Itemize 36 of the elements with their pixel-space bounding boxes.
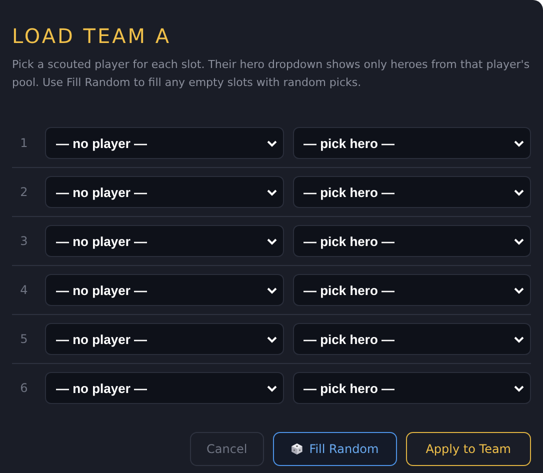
player-dropdown[interactable]: — no player — [45, 274, 284, 306]
dice-icon [291, 443, 304, 455]
chevron-icon [514, 384, 524, 392]
cancel-button[interactable]: Cancel [190, 432, 264, 466]
slot-number: 6 [19, 381, 29, 395]
chevron-icon [266, 238, 276, 244]
apply-button[interactable]: Apply to Team [406, 432, 531, 466]
dialog-title: LOAD TEAM A [12, 23, 172, 50]
player-dropdown[interactable]: — no player — [45, 323, 284, 355]
description-text: Pick a scouted player for each slot. Their hero dropdown shows only heroes from that player's pool. Use Fill Random to fill any empty slots with random picks. [12, 57, 531, 91]
player-dropdown[interactable]: — no player — [45, 127, 284, 159]
player-dropdown[interactable]: — no player — [45, 372, 284, 404]
slot-number: 5 [19, 332, 29, 346]
slot-number: 2 [19, 185, 29, 199]
chevron-icon [514, 238, 524, 244]
fill-random-button[interactable]: Fill Random [273, 432, 397, 466]
chevron-icon [514, 286, 524, 294]
hero-dropdown[interactable]: — pick hero — [292, 372, 531, 404]
chevron-icon [266, 286, 276, 294]
hero-dropdown[interactable]: — pick hero — [292, 323, 531, 355]
hero-dropdown[interactable]: — pick hero — [292, 274, 531, 306]
player-dropdown[interactable]: — no player — [45, 225, 284, 257]
slot-number: 4 [19, 283, 29, 297]
hero-dropdown[interactable]: — pick hero — [292, 225, 531, 257]
hero-dropdown[interactable]: — pick hero — [292, 176, 531, 208]
chevron-icon [266, 140, 276, 146]
player-dropdown[interactable]: — no player — [45, 176, 284, 208]
chevron-icon [514, 336, 524, 342]
chevron-icon [514, 188, 524, 196]
chevron-icon [266, 384, 276, 392]
slot-number: 1 [19, 136, 29, 150]
slot-number: 3 [19, 234, 29, 248]
hero-dropdown[interactable]: — pick hero — [292, 127, 531, 159]
chevron-icon [514, 140, 524, 146]
chevron-icon [266, 188, 276, 196]
chevron-icon [266, 336, 276, 342]
